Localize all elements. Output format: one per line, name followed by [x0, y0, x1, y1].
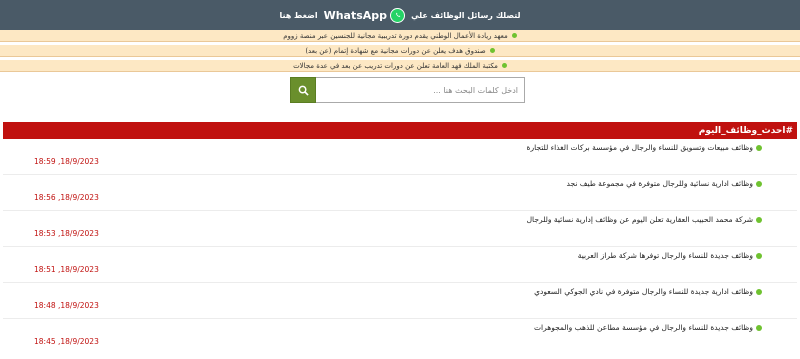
whatsapp-brand: WhatsApp — [323, 8, 388, 22]
search-icon — [298, 85, 309, 96]
job-date: 18:45 ,18/9/2023 — [34, 337, 99, 346]
job-title[interactable]: وظائف ادارية جديدة للنساء والرجال متوفرة… — [534, 287, 753, 296]
job-date: 18:51 ,18/9/2023 — [34, 265, 99, 274]
list-item: وظائف ادارية جديدة للنساء والرجال متوفرة… — [3, 283, 797, 319]
section-header: #احدث_وظائف_اليوم — [3, 122, 797, 139]
job-date: 18:59 ,18/9/2023 — [34, 157, 99, 166]
bullet-dot-icon — [756, 324, 762, 331]
whatsapp-icon — [390, 7, 406, 23]
news-link[interactable]: مكتبة الملك فهد العامة تعلن عن دورات تدر… — [293, 62, 498, 70]
news-ticker-item[interactable]: معهد ريادة الأعمال الوطني يقدم دورة تدري… — [0, 30, 800, 42]
news-ticker-item[interactable]: صندوق هدف يعلن عن دورات مجانية مع شهادة … — [0, 45, 800, 57]
job-link[interactable]: وظائف جديدة للنساء والرجال توفرها شركة ط… — [578, 251, 762, 260]
whatsapp-banner-text: لتصلك رسائل الوظائف علي — [411, 10, 521, 20]
search-input[interactable] — [316, 77, 525, 103]
news-link[interactable]: صندوق هدف يعلن عن دورات مجانية مع شهادة … — [305, 47, 485, 55]
job-link[interactable]: وظائف ادارية جديدة للنساء والرجال متوفرة… — [534, 287, 762, 296]
news-ticker-item[interactable]: مكتبة الملك فهد العامة تعلن عن دورات تدر… — [0, 60, 800, 72]
search-form — [290, 77, 525, 103]
job-link[interactable]: وظائف مبيعات وتسويق للنساء والرجال في مؤ… — [527, 143, 762, 152]
list-item: وظائف جديدة للنساء والرجال في مؤسسة مطاع… — [3, 319, 797, 355]
search-button[interactable] — [290, 77, 316, 103]
bullet-dot-icon — [756, 144, 762, 151]
list-item: وظائف جديدة للنساء والرجال توفرها شركة ط… — [3, 247, 797, 283]
bullet-dot-icon — [756, 180, 762, 187]
bullet-dot-icon — [756, 252, 762, 259]
bullet-dot-icon — [511, 33, 517, 38]
whatsapp-logo: WhatsApp — [323, 7, 406, 23]
job-title[interactable]: شركة محمد الحبيب العقارية تعلن اليوم عن … — [527, 215, 753, 224]
job-date: 18:56 ,18/9/2023 — [34, 193, 99, 202]
job-title[interactable]: وظائف جديدة للنساء والرجال في مؤسسة مطاع… — [534, 323, 753, 332]
list-item: وظائف مبيعات وتسويق للنساء والرجال في مؤ… — [3, 139, 797, 175]
job-title[interactable]: وظائف جديدة للنساء والرجال توفرها شركة ط… — [578, 251, 753, 260]
job-link[interactable]: شركة محمد الحبيب العقارية تعلن اليوم عن … — [527, 215, 762, 224]
news-link[interactable]: معهد ريادة الأعمال الوطني يقدم دورة تدري… — [283, 32, 508, 40]
job-date: 18:53 ,18/9/2023 — [34, 229, 99, 238]
whatsapp-banner[interactable]: لتصلك رسائل الوظائف علي WhatsApp اضغط هن… — [0, 0, 800, 30]
job-title[interactable]: وظائف ادارية نسائية وللرجال متوفرة في مج… — [567, 179, 753, 188]
job-date: 18:48 ,18/9/2023 — [34, 301, 99, 310]
jobs-list: وظائف مبيعات وتسويق للنساء والرجال في مؤ… — [3, 139, 797, 359]
section-title[interactable]: #احدث_وظائف_اليوم — [699, 126, 793, 136]
bullet-dot-icon — [501, 63, 507, 68]
bullet-dot-icon — [756, 288, 762, 295]
job-title[interactable]: وظائف مبيعات وتسويق للنساء والرجال في مؤ… — [527, 143, 753, 152]
bullet-dot-icon — [756, 216, 762, 223]
list-item: وظائف ادارية نسائية وللرجال متوفرة في مج… — [3, 175, 797, 211]
job-link[interactable]: وظائف جديدة للنساء والرجال في مؤسسة مطاع… — [534, 323, 762, 332]
bullet-dot-icon — [489, 48, 495, 53]
job-link[interactable]: وظائف ادارية نسائية وللرجال متوفرة في مج… — [567, 179, 762, 188]
list-item: شركة محمد الحبيب العقارية تعلن اليوم عن … — [3, 211, 797, 247]
whatsapp-cta-link[interactable]: اضغط هنا — [279, 11, 317, 20]
